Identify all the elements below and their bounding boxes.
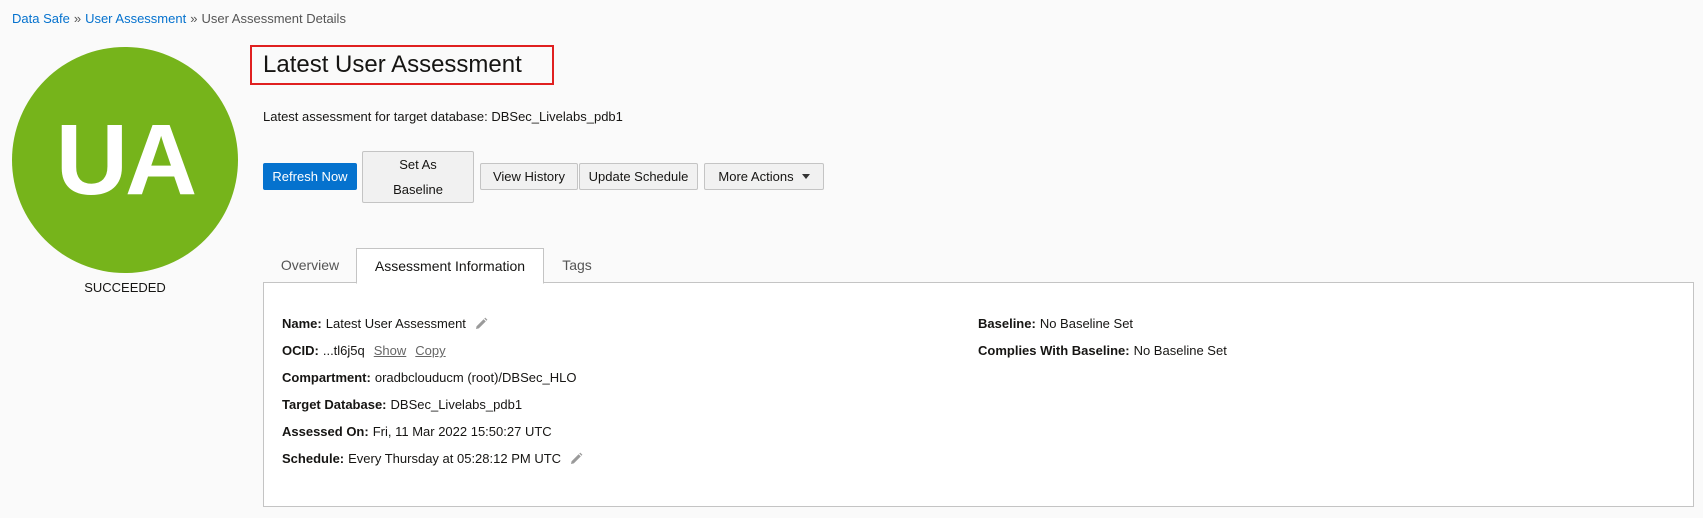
breadcrumb-separator: » — [190, 11, 198, 26]
schedule-label: Schedule: — [282, 451, 345, 466]
avatar-initials: UA — [55, 104, 197, 216]
ocid-copy-link[interactable]: Copy — [415, 343, 445, 358]
breadcrumb: Data Safe» User Assessment» User Assessmen… — [12, 11, 346, 26]
update-schedule-button[interactable]: Update Schedule — [579, 163, 698, 190]
view-history-button[interactable]: View History — [480, 163, 578, 190]
chevron-down-icon — [801, 174, 810, 179]
edit-name-pencil-icon[interactable] — [474, 317, 488, 331]
name-field: Name: Latest User Assessment — [282, 316, 488, 331]
name-label: Name: — [282, 316, 322, 331]
assessed-on-value: Fri, 11 Mar 2022 15:50:27 UTC — [372, 424, 552, 439]
set-as-baseline-button[interactable]: Set As Baseline — [362, 151, 474, 203]
baseline-label: Baseline: — [978, 316, 1036, 331]
tab-assessment-information[interactable]: Assessment Information — [356, 248, 544, 284]
ocid-label: OCID: — [282, 343, 319, 358]
ocid-field: OCID: ...tl6j5q Show Copy — [282, 343, 446, 358]
assessment-information-panel: Name: Latest User Assessment OCID: ...tl… — [263, 282, 1694, 507]
ocid-value: ...tl6j5q — [322, 343, 365, 358]
breadcrumb-user-assessment-link[interactable]: User Assessment — [85, 11, 186, 26]
tab-overview[interactable]: Overview — [263, 248, 357, 282]
name-value: Latest User Assessment — [325, 316, 466, 331]
page-subtitle: Latest assessment for target database: D… — [263, 109, 623, 124]
schedule-field: Schedule: Every Thursday at 05:28:12 PM … — [282, 451, 583, 466]
tab-tags[interactable]: Tags — [544, 248, 610, 282]
edit-schedule-pencil-icon[interactable] — [569, 452, 583, 466]
target-database-label: Target Database: — [282, 397, 387, 412]
status-label: SUCCEEDED — [84, 280, 166, 295]
breadcrumb-separator: » — [73, 11, 82, 26]
refresh-now-button[interactable]: Refresh Now — [263, 163, 357, 190]
more-actions-label: More Actions — [718, 169, 794, 184]
compartment-label: Compartment: — [282, 370, 371, 385]
baseline-value: No Baseline Set — [1039, 316, 1134, 331]
breadcrumb-data-safe-link[interactable]: Data Safe — [12, 11, 70, 26]
set-as-baseline-line2: Baseline — [393, 182, 443, 197]
complies-with-baseline-field: Complies With Baseline: No Baseline Set — [978, 343, 1227, 358]
schedule-value: Every Thursday at 05:28:12 PM UTC — [348, 451, 562, 466]
baseline-field: Baseline: No Baseline Set — [978, 316, 1133, 331]
ocid-show-link[interactable]: Show — [374, 343, 407, 358]
assessment-avatar: UA — [12, 47, 238, 273]
target-database-field: Target Database: DBSec_Livelabs_pdb1 — [282, 397, 522, 412]
compartment-field: Compartment: oradbclouducm (root)/DBSec_… — [282, 370, 576, 385]
target-database-value: DBSec_Livelabs_pdb1 — [390, 397, 523, 412]
complies-with-baseline-value: No Baseline Set — [1133, 343, 1227, 358]
complies-with-baseline-label: Complies With Baseline: — [978, 343, 1130, 358]
page-title-highlight: Latest User Assessment — [250, 45, 554, 85]
compartment-value: oradbclouducm (root)/DBSec_HLO — [374, 370, 577, 385]
more-actions-button[interactable]: More Actions — [704, 163, 824, 190]
set-as-baseline-line1: Set As — [399, 157, 437, 172]
page-title: Latest User Assessment — [263, 51, 522, 78]
assessed-on-label: Assessed On: — [282, 424, 369, 439]
assessed-on-field: Assessed On: Fri, 11 Mar 2022 15:50:27 U… — [282, 424, 552, 439]
breadcrumb-current: User Assessment Details — [201, 11, 346, 26]
